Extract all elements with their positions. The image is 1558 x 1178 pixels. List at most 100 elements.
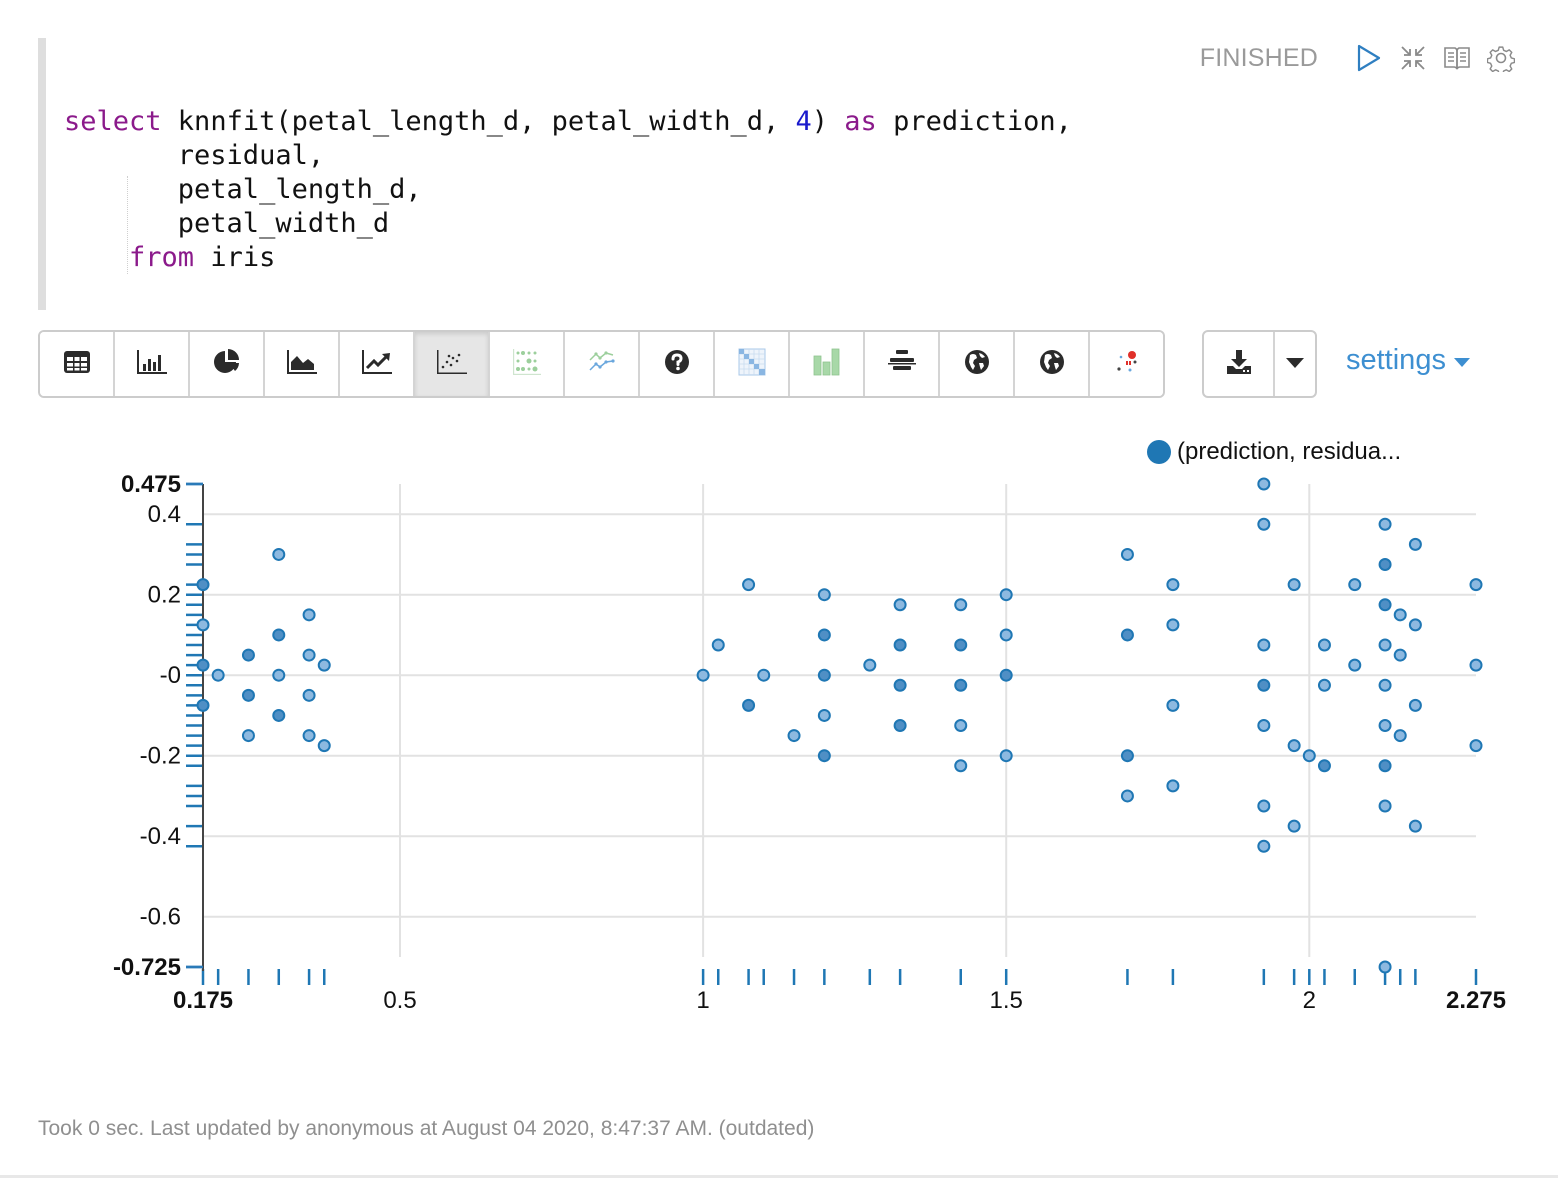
data-point[interactable] [1001,629,1012,640]
data-point[interactable] [1258,640,1269,651]
area-chart-button[interactable] [265,332,340,396]
data-point[interactable] [1319,640,1330,651]
data-point[interactable] [1167,579,1178,590]
data-point[interactable] [895,720,906,731]
data-point[interactable] [1122,790,1133,801]
data-point[interactable] [213,670,224,681]
data-point[interactable] [789,730,800,741]
data-point[interactable] [243,690,254,701]
data-point[interactable] [1167,700,1178,711]
code-line[interactable]: residual, [64,139,1072,173]
gear-icon[interactable] [1484,41,1518,75]
data-point[interactable] [1258,801,1269,812]
data-point[interactable] [1258,720,1269,731]
code-editor[interactable]: select knnfit(petal_length_d, petal_widt… [38,38,1186,310]
data-point[interactable] [1380,720,1391,731]
data-point[interactable] [319,660,330,671]
data-point[interactable] [319,740,330,751]
run-icon[interactable] [1352,41,1386,75]
data-point[interactable] [273,629,284,640]
data-point[interactable] [1410,619,1421,630]
data-point[interactable] [1258,519,1269,530]
pie-chart-button[interactable] [190,332,265,396]
data-point[interactable] [1380,760,1391,771]
data-point[interactable] [243,650,254,661]
heatmap-button[interactable] [490,332,565,396]
data-point[interactable] [1001,589,1012,600]
data-point[interactable] [1471,579,1482,590]
multi-line-button[interactable] [565,332,640,396]
data-point[interactable] [1167,619,1178,630]
data-point[interactable] [198,700,209,711]
data-point[interactable] [1410,700,1421,711]
data-point[interactable] [1380,599,1391,610]
data-point[interactable] [304,650,315,661]
data-point[interactable] [955,599,966,610]
data-point[interactable] [955,680,966,691]
data-point[interactable] [895,599,906,610]
data-point[interactable] [304,730,315,741]
data-point[interactable] [1258,479,1269,490]
matrix-button[interactable] [715,332,790,396]
code-line[interactable]: petal_length_d, [64,173,1072,207]
bar-chart-button[interactable] [115,332,190,396]
data-point[interactable] [1395,609,1406,620]
data-point[interactable] [819,589,830,600]
data-point[interactable] [1289,740,1300,751]
code-text[interactable]: select knnfit(petal_length_d, petal_widt… [64,105,1072,275]
bubble-button[interactable] [1090,332,1163,396]
data-point[interactable] [198,660,209,671]
scatter-chart-button[interactable] [415,332,490,396]
data-point[interactable] [1380,680,1391,691]
legend[interactable]: (prediction, residua... [1147,438,1401,465]
data-point[interactable] [243,730,254,741]
code-line[interactable]: petal_width_d [64,207,1072,241]
legend-label[interactable]: (prediction, residua... [1177,438,1401,465]
table-view-button[interactable] [40,332,115,396]
data-point[interactable] [1349,579,1360,590]
data-point[interactable] [743,700,754,711]
settings-dropdown[interactable]: settings [1346,344,1470,377]
data-point[interactable] [819,629,830,640]
data-point[interactable] [1304,750,1315,761]
data-point[interactable] [713,640,724,651]
data-point[interactable] [1319,760,1330,771]
data-point[interactable] [1380,962,1391,973]
data-point[interactable] [819,670,830,681]
line-chart-button[interactable] [340,332,415,396]
data-point[interactable] [1122,549,1133,560]
funnel-button[interactable] [865,332,940,396]
map-alt-button[interactable] [1015,332,1090,396]
data-point[interactable] [273,549,284,560]
code-line[interactable]: select knnfit(petal_length_d, petal_widt… [64,105,1072,139]
data-point[interactable] [955,640,966,651]
data-point[interactable] [1395,650,1406,661]
data-point[interactable] [1380,519,1391,530]
data-point[interactable] [304,609,315,620]
data-point[interactable] [955,760,966,771]
data-point[interactable] [1167,780,1178,791]
data-point[interactable] [198,579,209,590]
data-point[interactable] [698,670,709,681]
data-point[interactable] [1122,750,1133,761]
data-point[interactable] [743,579,754,590]
data-point[interactable] [1471,660,1482,671]
download-button[interactable] [1204,332,1273,396]
data-point[interactable] [1001,750,1012,761]
data-point[interactable] [1319,680,1330,691]
data-point[interactable] [895,640,906,651]
data-point[interactable] [758,670,769,681]
data-point[interactable] [1410,821,1421,832]
data-point[interactable] [1380,640,1391,651]
data-point[interactable] [273,710,284,721]
data-point[interactable] [819,750,830,761]
collapse-icon[interactable] [1396,41,1430,75]
data-point[interactable] [198,619,209,630]
data-point[interactable] [1289,579,1300,590]
map-button[interactable] [940,332,1015,396]
data-point[interactable] [304,690,315,701]
data-point[interactable] [1380,559,1391,570]
data-point[interactable] [1349,660,1360,671]
data-point[interactable] [1258,841,1269,852]
data-point[interactable] [895,680,906,691]
